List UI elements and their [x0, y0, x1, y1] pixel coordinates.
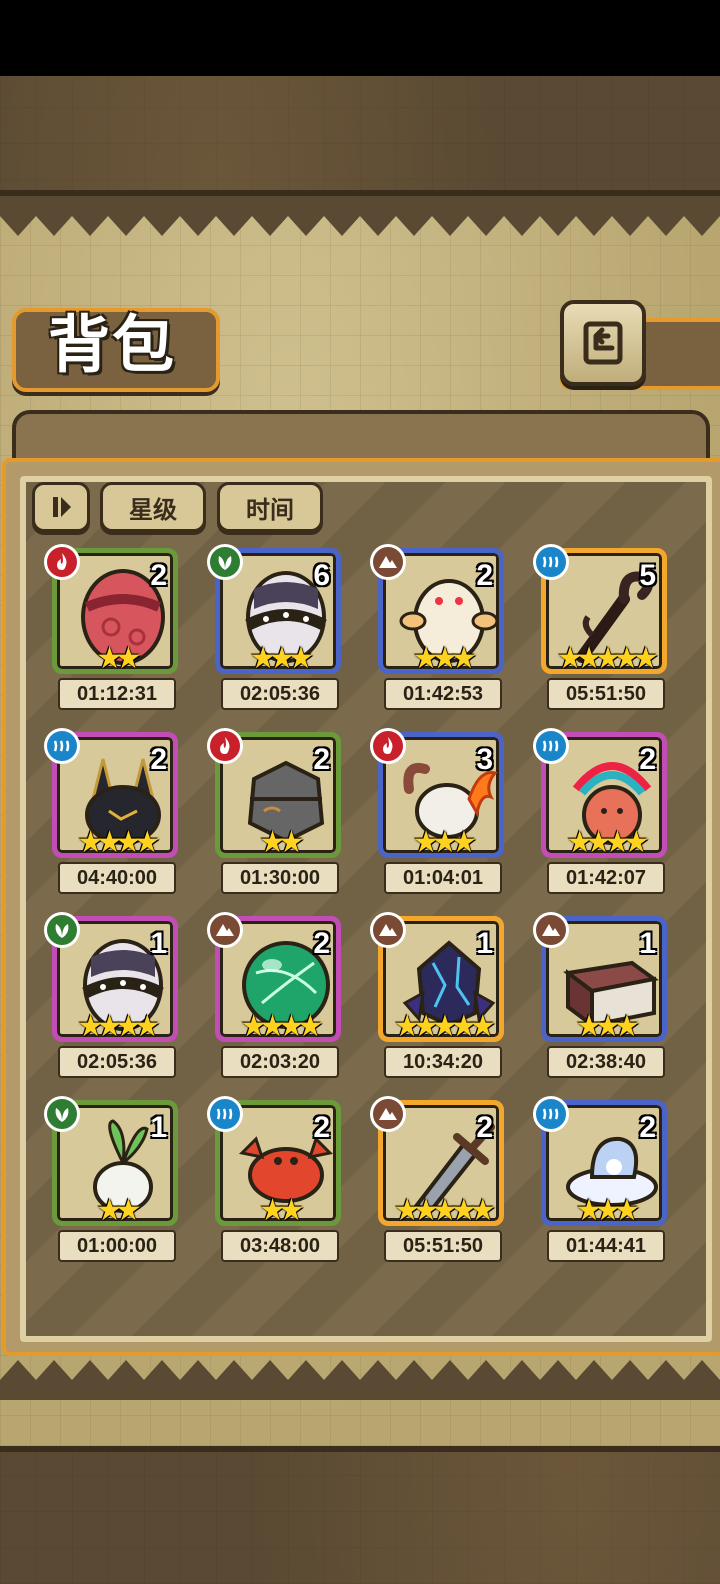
hatch-timer: 01:12:31 [58, 678, 176, 710]
item-count: 2 [150, 743, 167, 776]
star-rating: ★★★★★ [393, 1194, 496, 1227]
item-count: 2 [639, 743, 656, 776]
item-count: 1 [150, 927, 167, 960]
item-count: 2 [639, 1111, 656, 1144]
star-rating: ★★★★ [240, 1010, 324, 1043]
water-element-icon [533, 728, 569, 764]
inventory-item-card[interactable]: 1 ★★★★★ 10:34:20 [370, 912, 508, 1078]
star-rating: ★★★★★ [556, 642, 659, 675]
hatch-timer: 03:48:00 [221, 1230, 339, 1262]
star-rating: ★★★ [249, 642, 315, 675]
zigzag-border-bottom [0, 1360, 720, 1400]
item-count: 1 [639, 927, 656, 960]
leaf-element-icon [207, 544, 243, 580]
item-count: 2 [150, 559, 167, 592]
item-count: 2 [313, 1111, 330, 1144]
inventory-item-card[interactable]: 2 ★★ 01:12:31 [44, 544, 182, 710]
hatch-timer: 02:38:40 [547, 1046, 665, 1078]
leaf-element-icon [44, 1096, 80, 1132]
zigzag-border-top [0, 196, 720, 236]
sort-toggle-button[interactable] [32, 482, 90, 532]
star-rating: ★★ [96, 1194, 142, 1227]
fire-element-icon [44, 544, 80, 580]
fire-element-icon [370, 728, 406, 764]
star-rating: ★★★★★ [393, 1010, 496, 1043]
return-arrow-icon [583, 321, 623, 365]
hatch-timer: 10:34:20 [384, 1046, 502, 1078]
hatch-timer: 01:00:00 [58, 1230, 176, 1262]
star-rating: ★★★ [575, 1194, 641, 1227]
page-title: 背包 [47, 308, 176, 381]
earth-element-icon [207, 912, 243, 948]
inventory-item-card[interactable]: 1 ★★★ 02:38:40 [533, 912, 671, 1078]
inventory-item-card[interactable]: 2 ★★★★ 02:03:20 [207, 912, 345, 1078]
inventory-item-card[interactable]: 2 ★★★ 01:44:41 [533, 1096, 671, 1262]
item-count: 1 [150, 1111, 167, 1144]
star-rating: ★★★ [412, 642, 478, 675]
back-button[interactable] [560, 300, 646, 386]
water-element-icon [533, 1096, 569, 1132]
fire-element-icon [207, 728, 243, 764]
star-rating: ★★★ [575, 1010, 641, 1043]
item-count: 3 [476, 743, 493, 776]
sort-by-time-button[interactable]: 时间 [217, 482, 323, 532]
hatch-timer: 02:05:36 [221, 678, 339, 710]
inventory-item-card[interactable]: 1 ★★ 01:00:00 [44, 1096, 182, 1262]
hatch-timer: 01:42:53 [384, 678, 502, 710]
hatch-timer: 01:44:41 [547, 1230, 665, 1262]
inventory-item-card[interactable]: 2 ★★★ 01:42:53 [370, 544, 508, 710]
earth-element-icon [533, 912, 569, 948]
inventory-item-card[interactable]: 6 ★★★ 02:05:36 [207, 544, 345, 710]
item-count: 6 [313, 559, 330, 592]
hatch-timer: 02:03:20 [221, 1046, 339, 1078]
water-element-icon [207, 1096, 243, 1132]
sort-order-icon [53, 497, 71, 517]
earth-element-icon [370, 544, 406, 580]
hatch-timer: 01:42:07 [547, 862, 665, 894]
inventory-item-card[interactable]: 2 ★★★★ 01:42:07 [533, 728, 671, 894]
hatch-timer: 05:51:50 [547, 678, 665, 710]
star-rating: ★★★★ [77, 1010, 161, 1043]
star-rating: ★★ [259, 826, 305, 859]
item-count: 2 [476, 1111, 493, 1144]
inventory-item-card[interactable]: 2 ★★ 03:48:00 [207, 1096, 345, 1262]
status-bar [0, 0, 720, 76]
item-count: 1 [476, 927, 493, 960]
inventory-item-card[interactable]: 1 ★★★★ 02:05:36 [44, 912, 182, 1078]
inventory-item-card[interactable]: 2 ★★★★ 04:40:00 [44, 728, 182, 894]
star-rating: ★★ [259, 1194, 305, 1227]
earth-element-icon [370, 912, 406, 948]
inventory-item-card[interactable]: 2 ★★★★★ 05:51:50 [370, 1096, 508, 1262]
item-count: 2 [313, 927, 330, 960]
star-rating: ★★★★ [77, 826, 161, 859]
inventory-item-card[interactable]: 5 ★★★★★ 05:51:50 [533, 544, 671, 710]
water-element-icon [44, 728, 80, 764]
leaf-element-icon [44, 912, 80, 948]
inventory-item-card[interactable]: 2 ★★ 01:30:00 [207, 728, 345, 894]
item-count: 5 [639, 559, 656, 592]
hatch-timer: 02:05:36 [58, 1046, 176, 1078]
star-rating: ★★★ [412, 826, 478, 859]
inventory-item-card[interactable]: 3 ★★★ 01:04:01 [370, 728, 508, 894]
star-rating: ★★ [96, 642, 142, 675]
item-count: 2 [313, 743, 330, 776]
hatch-timer: 04:40:00 [58, 862, 176, 894]
earth-element-icon [370, 1096, 406, 1132]
hatch-timer: 01:30:00 [221, 862, 339, 894]
item-count: 2 [476, 559, 493, 592]
water-element-icon [533, 544, 569, 580]
sort-by-stars-button[interactable]: 星级 [100, 482, 206, 532]
star-rating: ★★★★ [566, 826, 650, 859]
hatch-timer: 01:04:01 [384, 862, 502, 894]
hatch-timer: 05:51:50 [384, 1230, 502, 1262]
